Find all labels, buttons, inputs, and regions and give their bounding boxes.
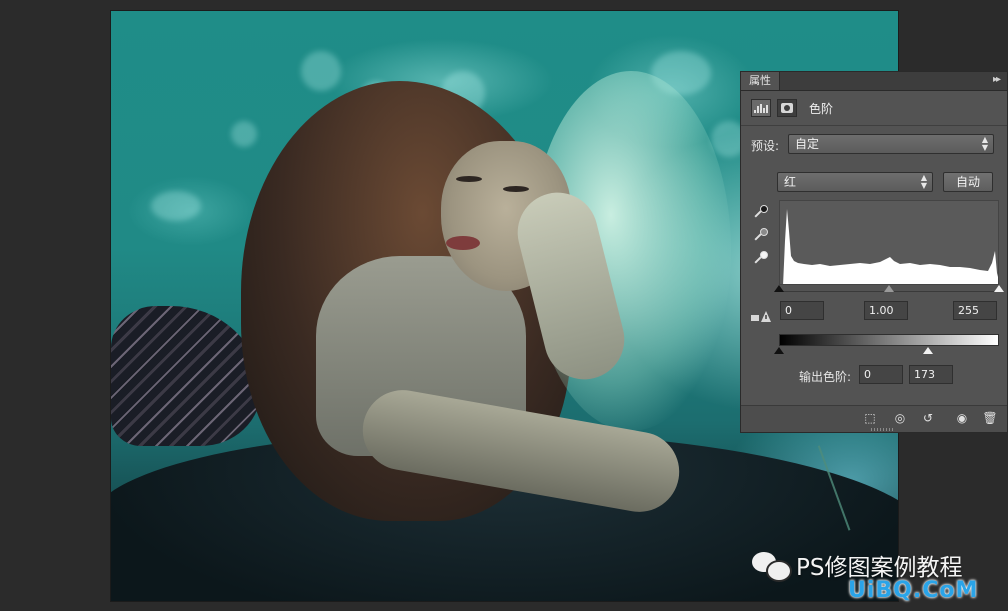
panel-resize-grip[interactable] — [871, 428, 893, 431]
bokeh-light — [301, 51, 341, 91]
mask-icon[interactable] — [777, 99, 797, 117]
right-eye — [503, 186, 529, 192]
histogram — [779, 200, 999, 285]
output-white-handle[interactable] — [923, 347, 933, 354]
wechat-icon — [752, 550, 792, 582]
input-gamma-handle[interactable] — [884, 285, 894, 292]
output-levels-label: 输出色阶: — [799, 370, 852, 384]
eyedropper-white-icon[interactable] — [753, 250, 768, 266]
eye-icon[interactable]: ◉ — [953, 410, 971, 426]
histogram-graph — [783, 209, 998, 284]
input-white-field[interactable]: 255 — [953, 301, 997, 320]
preset-value: 自定 — [795, 137, 820, 151]
properties-panel: 属性 ▸▸ 色阶 预设: 自定 ▲ ▼ 红 ▲ ▼ 自动 0 1.00 255 … — [740, 71, 1008, 433]
adjustment-title: 色阶 — [809, 101, 834, 116]
auto-button[interactable]: 自动 — [943, 172, 993, 192]
output-black-handle[interactable] — [774, 347, 784, 354]
bokeh-light — [231, 121, 257, 147]
input-black-field[interactable]: 0 — [780, 301, 824, 320]
reset-icon[interactable]: ↺ — [919, 410, 937, 426]
site-watermark: UiBQ.CoM — [848, 578, 979, 603]
clip-to-layer-icon[interactable]: ⬚ — [861, 410, 879, 426]
input-white-handle[interactable] — [994, 285, 1004, 292]
panel-menu-icon[interactable]: ▸▸ — [993, 74, 1001, 85]
panel-tabbar: 属性 ▸▸ — [741, 72, 1007, 91]
output-white-field[interactable]: 173 — [909, 365, 953, 384]
view-previous-icon[interactable]: ◎ — [891, 410, 909, 426]
adjustment-header: 色阶 — [751, 98, 833, 118]
levels-icon[interactable] — [751, 99, 771, 117]
tab-properties[interactable]: 属性 — [741, 72, 780, 90]
channel-select[interactable]: 红 ▲ ▼ — [777, 172, 933, 192]
trash-icon[interactable]: 🗑 — [981, 410, 999, 426]
eyedropper-black-icon[interactable] — [753, 204, 768, 220]
left-eye — [456, 176, 482, 182]
output-black-field[interactable]: 0 — [859, 365, 903, 384]
clipping-warning-icon[interactable] — [751, 309, 773, 323]
input-black-handle[interactable] — [774, 285, 784, 292]
select-arrows-icon: ▲ ▼ — [981, 135, 988, 152]
preset-label: 预设: — [751, 139, 780, 153]
wechat-watermark: PS修图案例教程 — [752, 548, 962, 582]
output-gradient-bar — [779, 334, 999, 346]
eyedropper-gray-icon[interactable] — [753, 227, 768, 243]
lips — [446, 236, 480, 250]
channel-value: 红 — [784, 175, 797, 189]
input-gamma-field[interactable]: 1.00 — [864, 301, 908, 320]
bokeh-light — [151, 191, 201, 221]
select-arrows-icon: ▲ ▼ — [920, 173, 927, 190]
preset-select[interactable]: 自定 ▲ ▼ — [788, 134, 994, 154]
patterned-skirt — [111, 306, 261, 446]
panel-footer: ⬚ ◎ ↺ ◉ 🗑 — [741, 405, 1007, 432]
watermark-text: PS修图案例教程 — [796, 555, 963, 581]
divider — [741, 125, 1007, 126]
